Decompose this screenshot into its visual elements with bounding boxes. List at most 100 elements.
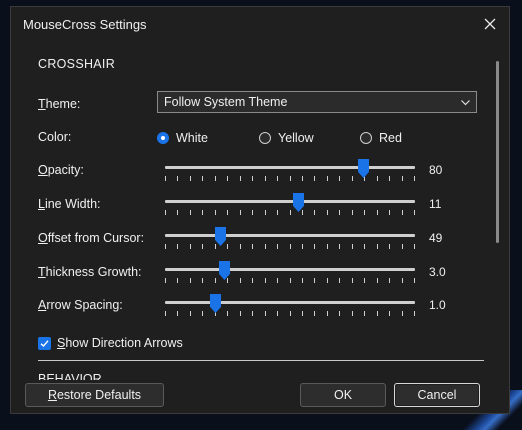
slider-tick [227,311,228,316]
checkbox-indicator [38,336,51,350]
slider-tick [290,176,291,181]
slider-tick [352,210,353,215]
slider-tick [402,176,403,181]
slider-tick [165,244,166,249]
theme-dropdown[interactable]: Follow System Theme [157,91,477,113]
slider-tick [277,176,278,181]
slider-tick [314,311,315,316]
slider-tick [177,244,178,249]
slider-tick [402,278,403,283]
slider-tick [389,244,390,249]
close-icon [484,18,496,30]
slider-tick [177,210,178,215]
radio-indicator-white [157,132,169,144]
slider-tick [265,210,266,215]
slider-tick [364,210,365,215]
slider-tick [277,311,278,316]
color-label: Color: [38,130,72,144]
show-direction-arrows-checkbox[interactable]: Show Direction Arrows [38,336,183,350]
section-divider [38,360,484,361]
slider-tick [327,210,328,215]
opacity-slider[interactable] [165,159,415,185]
slider-tick [302,311,303,316]
slider-tick [327,244,328,249]
slider-tick [352,244,353,249]
slider-tick [402,244,403,249]
theme-selected-value: Follow System Theme [164,95,288,109]
radio-indicator-red [360,132,372,144]
slider-tick [377,210,378,215]
slider-ticks [165,311,415,316]
slider-track [165,234,415,237]
slider-tick [215,210,216,215]
slider-tick [302,210,303,215]
slider-tick [190,278,191,283]
slider-tick [202,176,203,181]
slider-tick [265,244,266,249]
settings-window: MouseCross Settings CROSSHAIR Theme: Fol… [10,6,510,414]
slider-tick [327,311,328,316]
section-header-crosshair: CROSSHAIR [38,57,116,71]
opacity-value: 80 [429,163,443,177]
offset-slider[interactable] [165,227,415,253]
slider-tick [290,311,291,316]
radio-label-yellow: Yellow [278,131,314,145]
slider-tick [202,311,203,316]
slider-tick [227,244,228,249]
slider-tick [302,176,303,181]
slider-tick [327,176,328,181]
slider-tick [290,278,291,283]
slider-tick [314,176,315,181]
slider-tick [252,278,253,283]
line-width-slider[interactable] [165,193,415,219]
radio-indicator-yellow [259,132,271,144]
arrow-spacing-slider[interactable] [165,294,415,320]
close-button[interactable] [477,11,503,37]
color-radio-red[interactable]: Red [360,131,402,145]
slider-tick [240,210,241,215]
slider-tick [414,278,415,283]
vertical-scrollbar[interactable] [496,61,499,243]
slider-tick [215,176,216,181]
slider-tick [339,311,340,316]
slider-tick [352,278,353,283]
slider-tick [190,210,191,215]
slider-tick [414,210,415,215]
show-direction-arrows-label: Show Direction Arrows [57,336,183,350]
line-width-label: Line Width: [38,197,101,211]
slider-tick [290,210,291,215]
slider-tick [227,278,228,283]
slider-tick [177,311,178,316]
radio-label-white: White [176,131,208,145]
radio-label-red: Red [379,131,402,145]
slider-tick [302,278,303,283]
slider-tick [252,244,253,249]
color-radio-white[interactable]: White [157,131,208,145]
slider-tick [190,311,191,316]
slider-ticks [165,278,415,283]
slider-tick [402,311,403,316]
slider-tick [352,311,353,316]
slider-tick [277,278,278,283]
cancel-button[interactable]: Cancel [394,383,480,407]
offset-label: Offset from Cursor: [38,231,145,245]
slider-tick [402,210,403,215]
slider-tick [252,311,253,316]
slider-tick [190,176,191,181]
ok-button[interactable]: OK [300,383,386,407]
slider-tick [240,244,241,249]
slider-tick [215,278,216,283]
slider-tick [377,244,378,249]
color-radio-yellow[interactable]: Yellow [259,131,314,145]
slider-tick [165,210,166,215]
slider-track [165,200,415,203]
restore-defaults-button[interactable]: Restore Defaults [25,383,164,407]
thickness-growth-slider[interactable] [165,261,415,287]
title-bar: MouseCross Settings [11,7,509,41]
slider-tick [202,244,203,249]
opacity-label: Opacity: [38,163,84,177]
slider-tick [339,210,340,215]
thickness-growth-value: 3.0 [429,265,446,279]
theme-label: Theme: [38,97,81,111]
slider-tick [177,176,178,181]
